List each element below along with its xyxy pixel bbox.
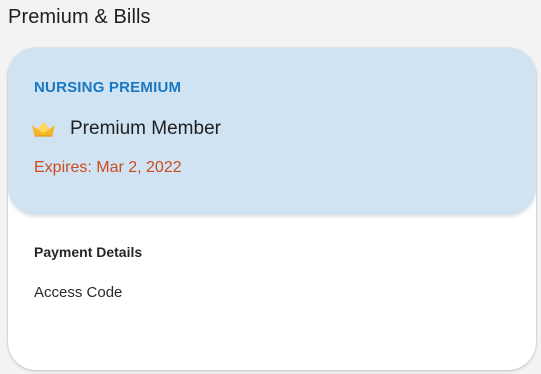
premium-plan-label: NURSING PREMIUM — [34, 79, 182, 96]
expiration-date: Expires: Mar 2, 2022 — [34, 159, 182, 176]
payment-details-heading: Payment Details — [34, 244, 143, 260]
member-status-row: Premium Member — [30, 118, 221, 140]
access-code-item[interactable]: Access Code — [34, 284, 122, 301]
member-status-label: Premium Member — [70, 118, 221, 139]
page-title: Premium & Bills — [8, 6, 151, 28]
crown-icon — [30, 120, 57, 138]
premium-status-panel: NURSING PREMIUM Premium Member Expires: … — [8, 48, 536, 215]
premium-bills-card: NURSING PREMIUM Premium Member Expires: … — [8, 48, 536, 370]
